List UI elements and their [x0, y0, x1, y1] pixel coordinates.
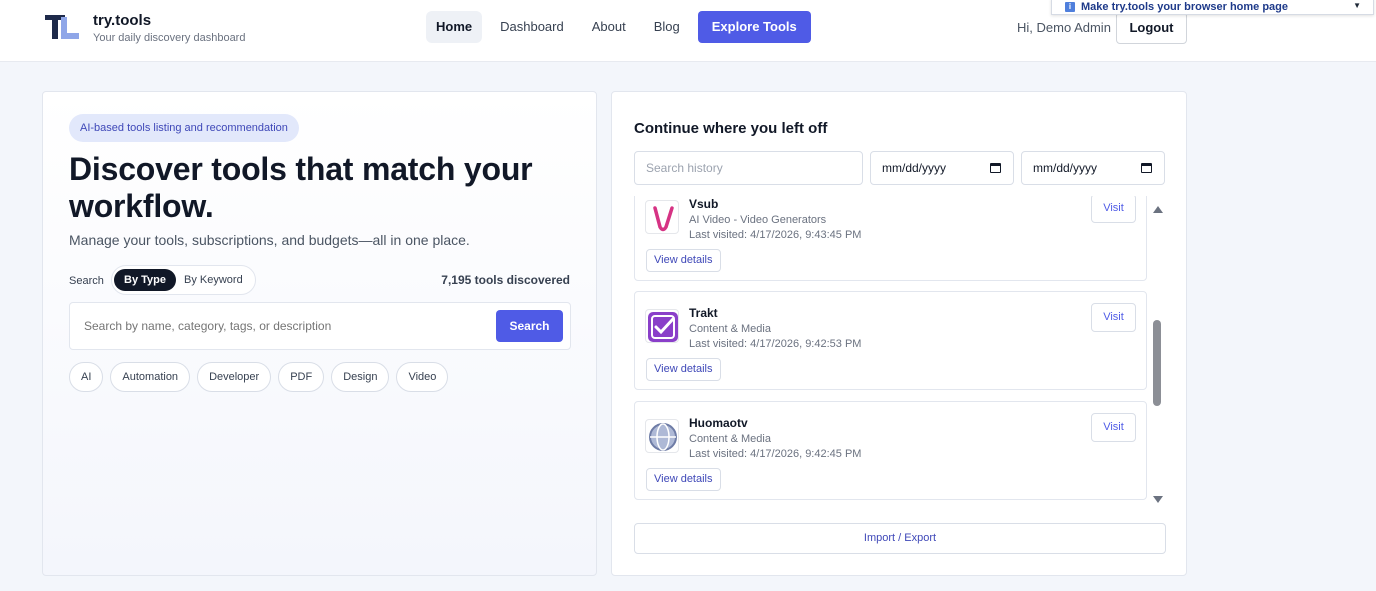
search-mode-toggle: By Type By Keyword: [111, 265, 256, 295]
entry-last-visited: Last visited: 4/17/2026, 9:43:45 PM: [689, 229, 862, 241]
scroll-down-arrow-icon[interactable]: [1153, 496, 1163, 503]
toggle-by-keyword[interactable]: By Keyword: [184, 269, 243, 291]
view-details-button[interactable]: View details: [646, 249, 721, 272]
entry-last-visited: Last visited: 4/17/2026, 9:42:53 PM: [689, 338, 862, 350]
visit-button[interactable]: Visit: [1091, 196, 1136, 223]
tools-count: 7,195 tools discovered: [441, 273, 570, 287]
entry-name[interactable]: Trakt: [689, 306, 718, 320]
tool-search-box: Search: [69, 302, 571, 350]
calendar-icon[interactable]: [990, 163, 1001, 173]
search-button[interactable]: Search: [496, 310, 563, 342]
visit-button[interactable]: Visit: [1091, 303, 1136, 332]
history-entry: Vsub AI Video - Video Generators Last vi…: [634, 196, 1147, 281]
history-search-input[interactable]: Search history: [634, 151, 863, 185]
logout-button[interactable]: Logout: [1116, 12, 1187, 44]
calendar-icon[interactable]: [1141, 163, 1152, 173]
user-greeting: Hi, Demo Admin: [1017, 20, 1111, 35]
chip-developer[interactable]: Developer: [197, 362, 272, 392]
import-export-button[interactable]: Import / Export: [634, 523, 1166, 554]
entry-category: Content & Media: [689, 433, 771, 445]
date-from-input[interactable]: mm/dd/yyyy: [870, 151, 1014, 185]
toggle-by-type[interactable]: By Type: [114, 269, 176, 291]
banner-text: Make try.tools your browser home page: [1081, 0, 1289, 13]
homepage-banner[interactable]: i Make try.tools your browser home page …: [1051, 0, 1374, 15]
date-to-text: mm/dd/yyyy: [1033, 161, 1098, 175]
tool-search-input[interactable]: [84, 319, 484, 333]
chevron-down-icon[interactable]: ▼: [1353, 1, 1361, 10]
brand-title[interactable]: try.tools: [93, 12, 151, 29]
date-to-input[interactable]: mm/dd/yyyy: [1021, 151, 1165, 185]
date-from-text: mm/dd/yyyy: [882, 161, 947, 175]
try-tools-logo-icon[interactable]: [45, 13, 79, 41]
brand-subtitle: Your daily discovery dashboard: [93, 32, 246, 44]
main-nav: Home Dashboard About Blog Explore Tools: [426, 11, 811, 43]
category-chips: AI Automation Developer PDF Design Video: [69, 362, 449, 392]
nav-dashboard[interactable]: Dashboard: [490, 11, 574, 43]
entry-name[interactable]: Vsub: [689, 197, 718, 211]
history-entry: Huomaotv Content & Media Last visited: 4…: [634, 401, 1147, 500]
history-entry: Trakt Content & Media Last visited: 4/17…: [634, 291, 1147, 390]
nav-blog[interactable]: Blog: [644, 11, 690, 43]
hero-subtitle: Manage your tools, subscriptions, and bu…: [69, 232, 470, 248]
history-scrollbar[interactable]: [1151, 202, 1165, 507]
chip-automation[interactable]: Automation: [110, 362, 191, 392]
chip-design[interactable]: Design: [331, 362, 390, 392]
history-list[interactable]: Vsub AI Video - Video Generators Last vi…: [634, 196, 1150, 503]
entry-name[interactable]: Huomaotv: [689, 416, 748, 430]
visit-button[interactable]: Visit: [1091, 413, 1136, 442]
trakt-logo-icon: [645, 309, 679, 343]
chip-ai[interactable]: AI: [69, 362, 104, 392]
vsub-logo-icon: [645, 200, 679, 234]
entry-category: Content & Media: [689, 323, 771, 335]
scrollbar-thumb[interactable]: [1153, 320, 1161, 406]
search-mode-label: Search: [69, 275, 104, 287]
history-card: Continue where you left off Search histo…: [611, 91, 1187, 576]
hero-title: Discover tools that match your workflow.: [69, 151, 533, 224]
chip-pdf[interactable]: PDF: [278, 362, 325, 392]
info-icon: i: [1065, 1, 1075, 12]
entry-category: AI Video - Video Generators: [689, 214, 827, 226]
nav-about[interactable]: About: [582, 11, 636, 43]
nav-home[interactable]: Home: [426, 11, 483, 43]
discover-card: AI-based tools listing and recommendatio…: [42, 91, 597, 576]
chip-video[interactable]: Video: [396, 362, 449, 392]
feature-tag: AI-based tools listing and recommendatio…: [69, 114, 299, 142]
scroll-up-arrow-icon[interactable]: [1153, 206, 1163, 213]
globe-icon: [645, 419, 679, 453]
explore-tools-button[interactable]: Explore Tools: [697, 11, 811, 43]
view-details-button[interactable]: View details: [646, 468, 721, 491]
history-title: Continue where you left off: [634, 120, 828, 137]
view-details-button[interactable]: View details: [646, 358, 721, 381]
entry-last-visited: Last visited: 4/17/2026, 9:42:45 PM: [689, 448, 862, 460]
